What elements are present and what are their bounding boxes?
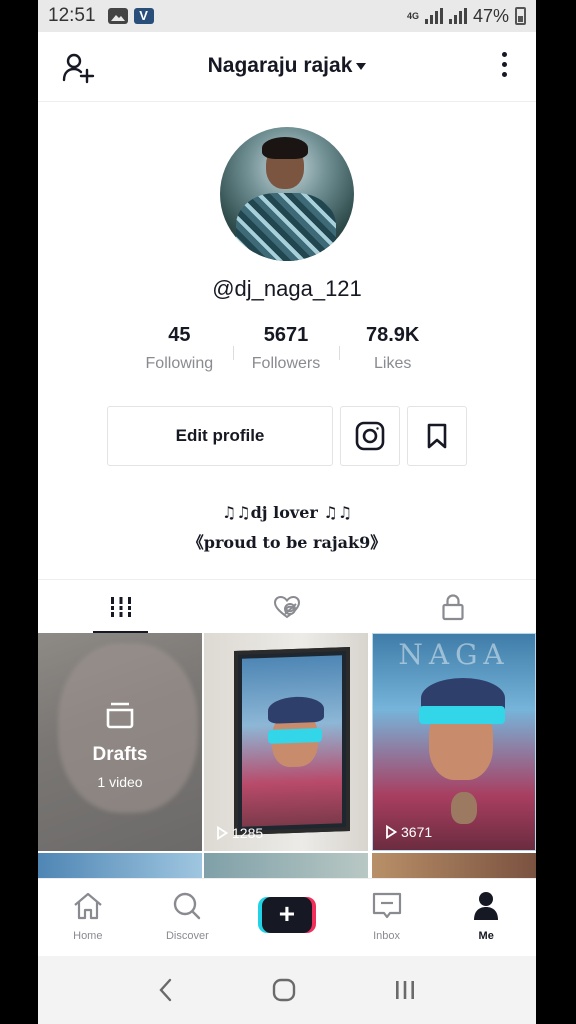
- content-tabs: [38, 579, 536, 633]
- bio-line-1: ♫♫dj lover ♫♫: [221, 503, 353, 522]
- video-overlay-text: NAGA: [398, 638, 510, 671]
- play-icon: [217, 826, 228, 840]
- page-title: Nagaraju rajak: [207, 54, 353, 77]
- tab-liked[interactable]: [204, 580, 370, 633]
- stat-label: Likes: [374, 355, 412, 372]
- video-thumbnail[interactable]: [372, 853, 536, 878]
- chevron-down-icon: [356, 62, 367, 70]
- nav-home[interactable]: Home: [38, 879, 138, 956]
- status-indicators: 4G 47%: [407, 6, 526, 27]
- nav-inbox[interactable]: Inbox: [337, 879, 437, 956]
- bio-line-2: 《proud to be rajak9》: [187, 533, 387, 552]
- battery-icon: [515, 7, 526, 25]
- video-thumbnail[interactable]: 1285: [204, 633, 368, 851]
- phone-screen: 12:51 V 4G 47% Nagaraju rajak @dj_naga_1…: [38, 0, 536, 1024]
- video-thumbnail[interactable]: [38, 853, 202, 878]
- battery-percent: 47%: [472, 5, 509, 26]
- back-icon[interactable]: [156, 977, 176, 1003]
- edit-profile-button[interactable]: Edit profile: [107, 406, 333, 466]
- video-thumbnail[interactable]: NAGA 3671: [372, 633, 536, 851]
- drafts-label: Drafts: [92, 744, 148, 765]
- nav-discover[interactable]: Discover: [138, 879, 238, 956]
- bookmark-icon: [427, 423, 447, 449]
- drafts-tile[interactable]: Drafts 1 video: [38, 633, 202, 851]
- bio: ♫♫dj lover ♫♫ 《proud to be rajak9》: [38, 498, 536, 558]
- drafts-count: 1 video: [97, 774, 143, 790]
- status-time: 12:51: [48, 5, 96, 26]
- nav-label: Discover: [165, 930, 209, 942]
- stat-value: 45: [168, 324, 191, 346]
- stat-label: Followers: [251, 355, 321, 372]
- nav-label: Me: [478, 930, 494, 942]
- avatar-hair: [262, 137, 308, 159]
- view-count: 1285: [216, 825, 263, 841]
- framed-photo: [234, 646, 350, 836]
- nav-label: Inbox: [373, 930, 401, 942]
- inbox-icon: [372, 892, 401, 919]
- profile-actions: Edit profile: [107, 406, 467, 466]
- nav-create[interactable]: +: [237, 879, 337, 956]
- video-thumbnail[interactable]: [204, 853, 368, 878]
- home-button-icon[interactable]: [271, 977, 297, 1003]
- liked-hidden-icon: [273, 595, 301, 618]
- bottom-nav: Home Discover + Inbox Me: [38, 878, 536, 956]
- stat-label: Following: [145, 355, 214, 372]
- avatar[interactable]: [220, 127, 354, 261]
- person-icon: [474, 892, 499, 920]
- grid-icon: [108, 596, 134, 617]
- recent-apps-icon[interactable]: [392, 977, 418, 1003]
- video-grid: Drafts 1 video 1285 NAGA 3671: [38, 633, 536, 878]
- network-type: 4G: [406, 10, 419, 21]
- stat-value: 5671: [263, 324, 309, 346]
- drafts-icon: [106, 702, 134, 729]
- stat-followers[interactable]: 5671 Followers: [232, 324, 340, 384]
- instagram-button[interactable]: [340, 406, 400, 466]
- status-bar: 12:51 V 4G 47%: [38, 0, 536, 32]
- stat-value: 78.9K: [365, 324, 420, 346]
- signal-icon: [424, 8, 443, 24]
- more-options-icon[interactable]: [498, 52, 510, 82]
- nav-label: Home: [73, 930, 103, 942]
- tab-private[interactable]: [370, 580, 536, 633]
- view-count: 3671: [385, 824, 432, 840]
- profile-header: Nagaraju rajak: [38, 32, 536, 102]
- tab-videos[interactable]: [38, 580, 204, 633]
- home-icon: [74, 892, 102, 920]
- avatar-body: [236, 193, 336, 261]
- favorites-button[interactable]: [407, 406, 467, 466]
- drafts-info: Drafts 1 video: [38, 701, 202, 790]
- stat-likes[interactable]: 78.9K Likes: [339, 324, 446, 384]
- app-notification-icon: V: [133, 8, 154, 24]
- view-count-value: 3671: [401, 824, 433, 840]
- view-count-value: 1285: [232, 825, 264, 841]
- lock-icon: [442, 593, 464, 620]
- account-switcher[interactable]: Nagaraju rajak: [38, 54, 536, 78]
- search-icon: [174, 892, 201, 920]
- system-navigation-bar: [38, 956, 536, 1024]
- play-icon: [386, 825, 397, 839]
- nav-me[interactable]: Me: [436, 879, 536, 956]
- username: @dj_naga_121: [212, 276, 362, 301]
- plus-icon: +: [257, 897, 316, 933]
- gallery-notification-icon: [107, 8, 128, 24]
- signal-icon-2: [448, 8, 467, 24]
- instagram-icon: [355, 421, 385, 451]
- profile-stats: 45 Following 5671 Followers 78.9K Likes: [126, 324, 446, 384]
- stat-following[interactable]: 45 Following: [126, 324, 233, 384]
